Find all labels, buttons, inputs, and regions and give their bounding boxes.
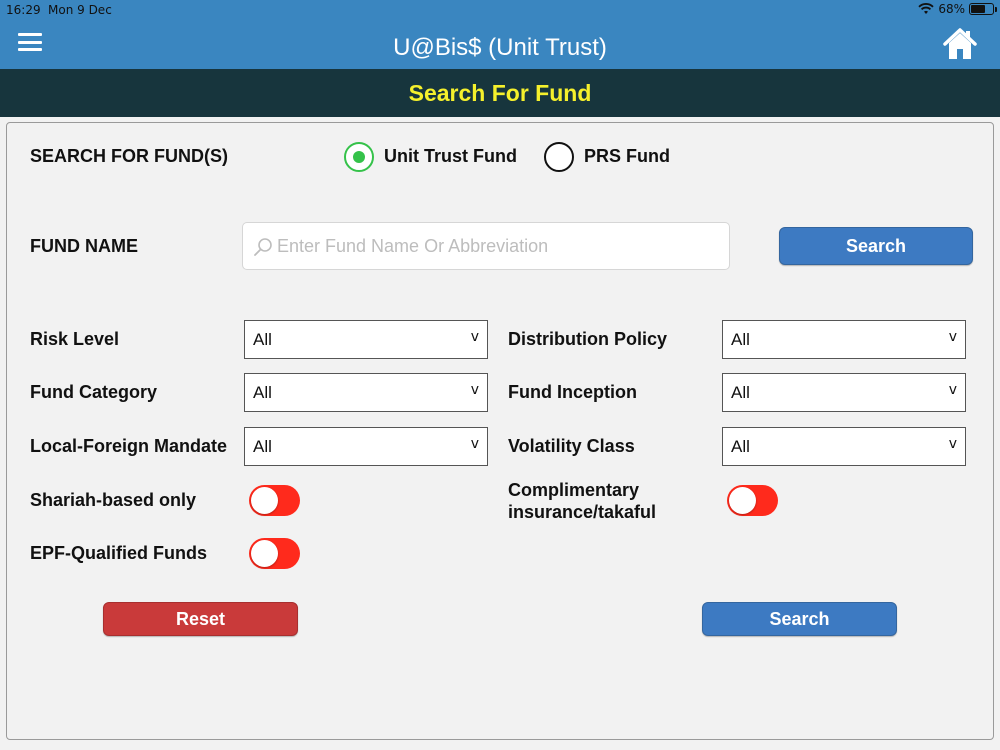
shariah-toggle[interactable] (249, 485, 300, 516)
chevron-down-icon: v (470, 436, 479, 452)
status-right: 68% (918, 2, 997, 16)
battery-percent: 68% (938, 2, 965, 16)
risk-level-select[interactable]: All v (244, 320, 488, 359)
chevron-down-icon: v (470, 329, 479, 345)
status-time: 16:29 (6, 3, 41, 17)
radio-prs-fund-label[interactable]: PRS Fund (584, 146, 670, 167)
insurance-toggle-label-line1: Complimentary (508, 480, 640, 500)
app-title: U@Bis$ (Unit Trust) (393, 34, 607, 61)
battery-icon (969, 3, 997, 15)
risk-level-value: All (253, 330, 272, 349)
chevron-down-icon: v (948, 436, 957, 452)
fund-inception-label: Fund Inception (508, 382, 637, 402)
fund-name-search-box[interactable] (242, 222, 730, 270)
fund-inception-value: All (731, 383, 750, 402)
radio-unit-trust-fund-label[interactable]: Unit Trust Fund (384, 146, 517, 167)
search-for-funds-label: SEARCH FOR FUND(S) (30, 146, 228, 166)
reset-button[interactable]: Reset (103, 602, 298, 636)
chevron-down-icon: v (948, 329, 957, 345)
fund-name-search-button[interactable]: Search (779, 227, 973, 265)
fund-category-label: Fund Category (30, 382, 158, 402)
status-date: Mon 9 Dec (48, 3, 112, 17)
radio-prs-fund[interactable] (544, 142, 574, 172)
shariah-toggle-label: Shariah-based only (30, 490, 197, 510)
volatility-class-label: Volatility Class (508, 436, 635, 456)
volatility-class-value: All (731, 437, 750, 456)
volatility-class-select[interactable]: All v (722, 427, 966, 466)
wifi-icon (918, 3, 934, 14)
epf-toggle[interactable] (249, 538, 300, 569)
radio-unit-trust-fund[interactable] (344, 142, 374, 172)
chevron-down-icon: v (948, 382, 957, 398)
search-icon (254, 238, 272, 256)
local-foreign-mandate-label: Local-Foreign Mandate (30, 436, 228, 456)
epf-toggle-label: EPF-Qualified Funds (30, 543, 208, 563)
search-button[interactable]: Search (702, 602, 897, 636)
risk-level-label: Risk Level (30, 329, 120, 349)
distribution-policy-label: Distribution Policy (508, 329, 668, 349)
local-foreign-mandate-select[interactable]: All v (244, 427, 488, 466)
fund-name-label: FUND NAME (30, 236, 138, 256)
home-icon[interactable] (942, 26, 978, 62)
fund-category-select[interactable]: All v (244, 373, 488, 412)
fund-inception-select[interactable]: All v (722, 373, 966, 412)
insurance-toggle-label-line2: insurance/takaful (508, 502, 657, 522)
fund-category-value: All (253, 383, 272, 402)
distribution-policy-select[interactable]: All v (722, 320, 966, 359)
local-foreign-mandate-value: All (253, 437, 272, 456)
insurance-toggle[interactable] (727, 485, 778, 516)
fund-name-input[interactable] (277, 231, 717, 261)
distribution-policy-value: All (731, 330, 750, 349)
chevron-down-icon: v (470, 382, 479, 398)
page-title: Search For Fund (408, 80, 592, 106)
